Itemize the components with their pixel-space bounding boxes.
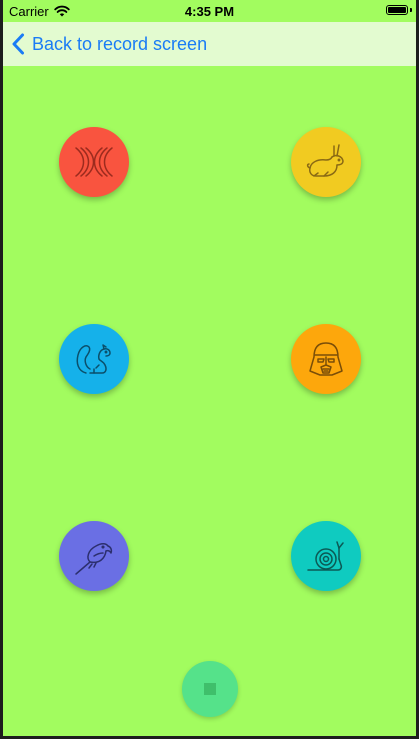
- back-button-label: Back to record screen: [32, 33, 208, 54]
- squirrel-sound-button[interactable]: [59, 324, 129, 394]
- rabbit-sound-button[interactable]: [291, 127, 361, 197]
- battery-icon: [386, 5, 408, 15]
- snail-icon: [307, 541, 344, 571]
- chipmunk-sound-button[interactable]: [59, 127, 129, 197]
- status-bar: Carrier 4:35 PM: [3, 0, 416, 22]
- playback-screen: Carrier 4:35 PM Back to record screen: [3, 0, 416, 736]
- parrot-sound-button[interactable]: [59, 521, 129, 591]
- chevron-left-icon: [12, 33, 24, 55]
- chipmunk-waves-icon: [75, 147, 113, 177]
- squirrel-icon: [76, 344, 111, 374]
- battery-tip: [410, 8, 412, 12]
- stop-button[interactable]: [182, 661, 238, 717]
- status-time: 4:35 PM: [184, 4, 235, 19]
- parrot-icon: [75, 543, 113, 575]
- darth-vader-sound-button[interactable]: [291, 324, 361, 394]
- rabbit-icon: [306, 144, 344, 177]
- snail-sound-button[interactable]: [291, 521, 361, 591]
- stop-icon: [204, 683, 216, 695]
- navigation-bar: Back to record screen: [3, 22, 416, 66]
- darth-vader-icon: [309, 342, 343, 376]
- back-to-record-button[interactable]: Back to record screen: [11, 30, 207, 58]
